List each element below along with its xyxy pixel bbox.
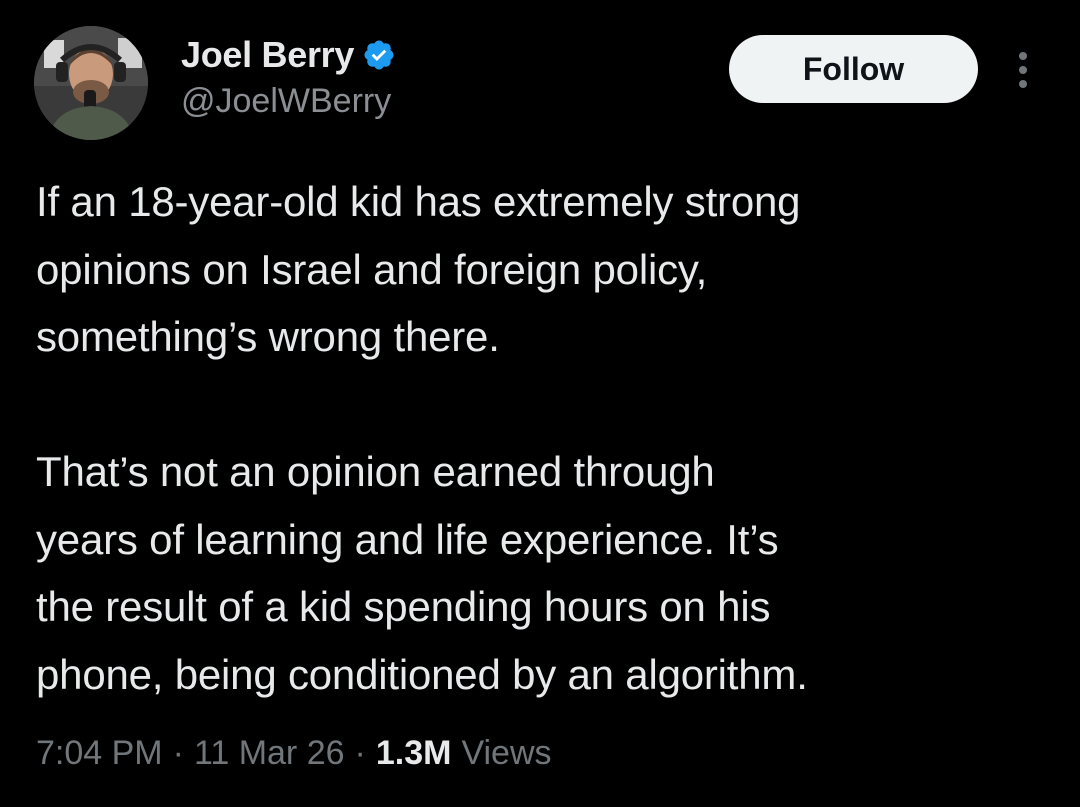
author-handle[interactable]: @JoelWBerry — [181, 82, 391, 121]
meta-separator: · — [172, 734, 184, 772]
avatar-photo-icon — [34, 26, 148, 140]
author-display-name[interactable]: Joel Berry — [181, 34, 354, 76]
tweet-date[interactable]: 11 Mar 26 — [194, 734, 345, 773]
meta-separator: · — [354, 734, 366, 772]
tweet-card: Joel Berry @JoelWBerry Follow If an 18-y… — [0, 0, 1080, 807]
tweet-time[interactable]: 7:04 PM — [36, 734, 163, 773]
tweet-meta: 7:04 PM · 11 Mar 26 · 1.3M Views — [36, 734, 552, 773]
verified-badge-icon — [362, 38, 396, 72]
views-count[interactable]: 1.3M — [376, 734, 452, 773]
author-name-row: Joel Berry — [181, 32, 396, 78]
views-label: Views — [461, 734, 552, 772]
author-avatar[interactable] — [34, 26, 148, 140]
tweet-text: If an 18-year-old kid has extremely stro… — [36, 178, 808, 698]
more-options-icon[interactable] — [1008, 48, 1038, 92]
follow-button[interactable]: Follow — [729, 35, 978, 103]
